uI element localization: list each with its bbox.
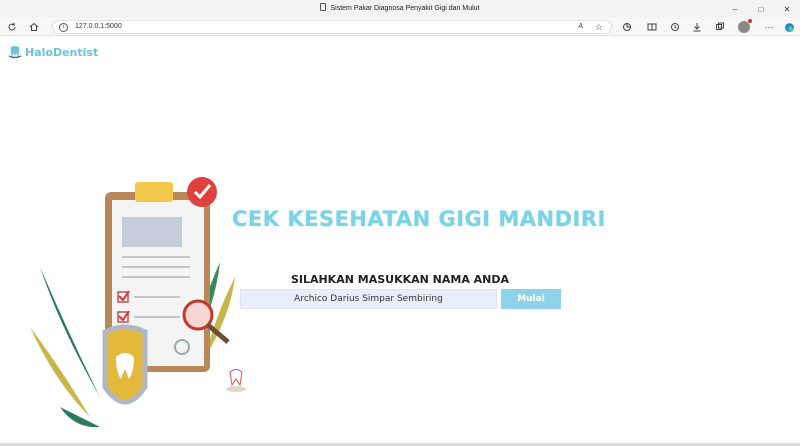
- leaf-left-3: [60, 407, 100, 428]
- url-text[interactable]: 127.0.0.1:5000: [75, 23, 122, 30]
- favorite-icon[interactable]: ☆: [595, 22, 603, 33]
- history-icon[interactable]: [668, 20, 682, 34]
- read-aloud-icon[interactable]: A: [578, 23, 583, 30]
- split-screen-icon[interactable]: [645, 20, 659, 34]
- browser-window: Sistem Pakar Diagnosa Penyakit Gigi dan …: [0, 0, 800, 446]
- title-bar: Sistem Pakar Diagnosa Penyakit Gigi dan …: [0, 0, 800, 18]
- window-title-wrap: Sistem Pakar Diagnosa Penyakit Gigi dan …: [0, 3, 800, 12]
- page-icon: [320, 3, 327, 11]
- leaf-left: [40, 267, 100, 397]
- browser-toolbar: i 127.0.0.1:5000 A ☆ ⋯: [0, 18, 800, 36]
- close-button[interactable]: ✕: [774, 0, 800, 18]
- maximize-button[interactable]: □: [748, 0, 774, 18]
- hero-title: CEK KESEHATAN GIGI MANDIRI: [232, 207, 606, 231]
- logo-text: HaloDentist: [25, 45, 99, 59]
- leaf-left-2: [30, 327, 90, 417]
- info-icon[interactable]: i: [59, 23, 68, 32]
- downloads-icon[interactable]: [690, 20, 704, 34]
- window-title: Sistem Pakar Diagnosa Penyakit Gigi dan …: [330, 5, 480, 12]
- name-input[interactable]: Archico Darius Simpar Sembiring: [240, 289, 497, 309]
- window-controls: – □ ✕: [722, 0, 800, 18]
- minimize-button[interactable]: –: [722, 0, 748, 18]
- start-button[interactable]: Mulai: [501, 289, 561, 309]
- address-bar[interactable]: i 127.0.0.1:5000 A ☆: [52, 20, 612, 34]
- small-tooth: [229, 369, 243, 387]
- notification-badge: [748, 19, 752, 23]
- extensions-icon[interactable]: [620, 20, 634, 34]
- approval-badge: [187, 177, 217, 207]
- paper-header: [122, 217, 182, 247]
- page-content: HaloDentist CEK KESEHATAN GIGI MANDIRI S…: [0, 37, 800, 446]
- name-prompt: SILAHKAN MASUKKAN NAMA ANDA: [290, 273, 510, 286]
- reload-icon[interactable]: [5, 20, 19, 34]
- edge-icon[interactable]: [782, 20, 796, 34]
- magnifier-lens: [182, 299, 214, 331]
- home-icon[interactable]: [27, 20, 41, 34]
- tooth-logo-icon: [8, 46, 22, 59]
- halodentist-logo[interactable]: HaloDentist: [8, 45, 98, 59]
- collections-icon[interactable]: [713, 20, 727, 34]
- clipboard-clip: [135, 182, 173, 202]
- more-icon[interactable]: ⋯: [762, 20, 776, 34]
